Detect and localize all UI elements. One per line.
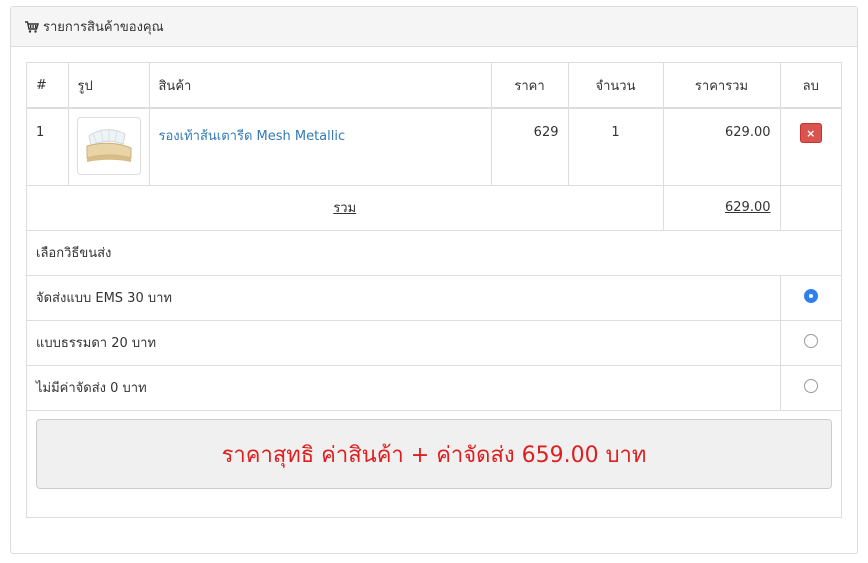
shipping-radio-free[interactable] (803, 378, 818, 393)
product-link[interactable]: รองเท้าส้นเตารีด Mesh Metallic (159, 129, 346, 144)
shipping-radio-cell (779, 274, 841, 321)
table-header-row: # รูป สินค้า ราคา จำนวน ราคารวม ลบ (27, 63, 841, 109)
col-header-image: รูป (67, 63, 150, 109)
shipping-radio-normal[interactable] (803, 333, 818, 348)
total-value-cell: 629.00 (662, 184, 781, 231)
shipping-option-label[interactable]: แบบธรรมดา 20 บาท (27, 319, 781, 366)
total-label: รวม (333, 201, 357, 216)
net-price-text: ราคาสุทธิ ค่าสินค้า + ค่าจัดส่ง 659.00 บ… (221, 442, 647, 468)
col-header-subtotal: ราคารวม (662, 63, 781, 109)
shipping-option-row[interactable]: ไม่มีค่าจัดส่ง 0 บาท (27, 364, 841, 411)
close-icon: × (806, 126, 816, 140)
cart-table: # รูป สินค้า ราคา จำนวน ราคารวม ลบ 1 รอง… (27, 63, 841, 411)
col-header-qty: จำนวน (567, 63, 664, 109)
shipping-radio-cell (779, 364, 841, 411)
item-price: 629 (490, 107, 569, 186)
shipping-label: เลือกวิธีขนส่ง (27, 229, 841, 276)
panel-title: รายการสินค้าของคุณ (43, 20, 164, 35)
total-empty-cell (779, 184, 841, 231)
col-header-product: สินค้า (148, 63, 492, 109)
shipping-radio-cell (779, 319, 841, 366)
item-num: 1 (27, 107, 69, 186)
item-qty: 1 (567, 107, 664, 186)
col-header-price: ราคา (490, 63, 569, 109)
item-delete-cell: × (779, 107, 841, 186)
item-subtotal: 629.00 (662, 107, 781, 186)
cart-icon (25, 20, 39, 33)
col-header-delete: ลบ (779, 63, 841, 109)
item-image-cell (67, 107, 150, 186)
cart-panel: รายการสินค้าของคุณ # รูป สินค้า ราคา จำน… (10, 6, 858, 554)
shipping-label-row: เลือกวิธีขนส่ง (27, 229, 841, 276)
table-row: 1 รองเท้าส้นเตารีด Mesh Metallic 629 1 6… (27, 107, 841, 186)
panel-heading: รายการสินค้าของคุณ (11, 7, 857, 47)
col-header-num: # (27, 63, 69, 109)
sandal-product-image[interactable] (76, 117, 141, 175)
shipping-option-label[interactable]: ไม่มีค่าจัดส่ง 0 บาท (27, 364, 781, 411)
item-product-cell: รองเท้าส้นเตารีด Mesh Metallic (148, 107, 492, 186)
shipping-option-row[interactable]: แบบธรรมดา 20 บาท (27, 319, 841, 366)
net-price-summary: ราคาสุทธิ ค่าสินค้า + ค่าจัดส่ง 659.00 บ… (36, 419, 832, 489)
shipping-option-label[interactable]: จัดส่งแบบ EMS 30 บาท (27, 274, 781, 321)
total-label-cell: รวม (27, 184, 664, 231)
shipping-radio-ems[interactable] (803, 288, 818, 303)
total-row: รวม 629.00 (27, 184, 841, 231)
shipping-option-row[interactable]: จัดส่งแบบ EMS 30 บาท (27, 274, 841, 321)
cart-content: # รูป สินค้า ราคา จำนวน ราคารวม ลบ 1 รอง… (26, 62, 842, 518)
total-value: 629.00 (725, 200, 771, 215)
delete-button[interactable]: × (799, 123, 822, 143)
